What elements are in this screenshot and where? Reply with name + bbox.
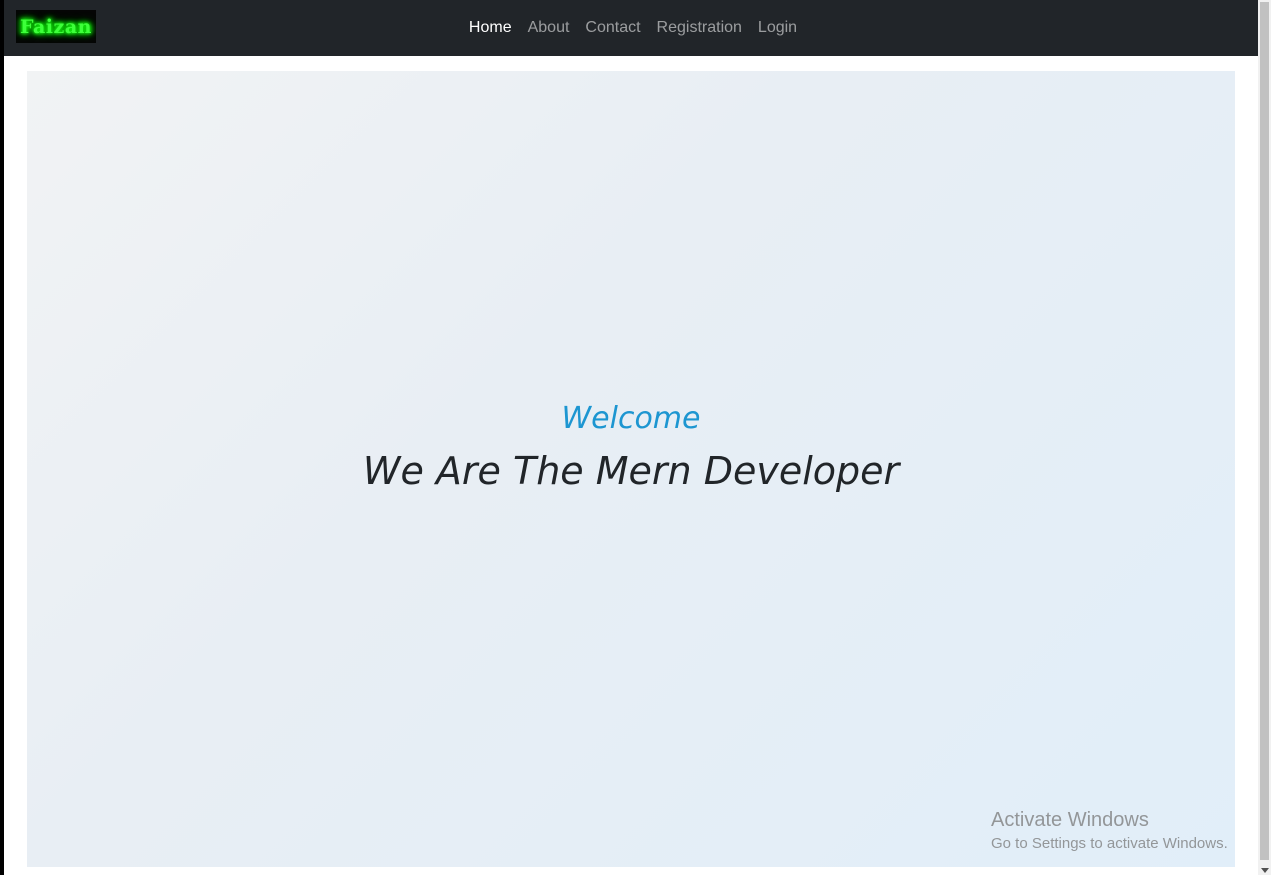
nav-links: Home About Contact Registration Login bbox=[4, 0, 1258, 56]
vertical-scrollbar[interactable] bbox=[1258, 0, 1271, 875]
activate-windows-watermark: Activate Windows Go to Settings to activ… bbox=[991, 808, 1228, 854]
nav-link-about[interactable]: About bbox=[520, 11, 578, 45]
page-viewport: Faizan Home About Contact Registration L… bbox=[4, 0, 1258, 875]
hero-welcome: Welcome bbox=[561, 401, 701, 436]
navbar: Faizan Home About Contact Registration L… bbox=[4, 0, 1258, 56]
hero-content: Welcome We Are The Mern Developer bbox=[27, 398, 1235, 496]
nav-link-home[interactable]: Home bbox=[461, 11, 520, 45]
hero-tagline: We Are The Mern Developer bbox=[362, 449, 900, 493]
scroll-down-arrow-icon[interactable] bbox=[1261, 868, 1269, 873]
nav-link-contact[interactable]: Contact bbox=[577, 11, 648, 45]
watermark-subtitle: Go to Settings to activate Windows. bbox=[991, 835, 1228, 852]
scrollbar-thumb[interactable] bbox=[1260, 2, 1269, 860]
watermark-title: Activate Windows bbox=[991, 809, 1149, 831]
nav-link-registration[interactable]: Registration bbox=[649, 11, 750, 45]
hero-section: Welcome We Are The Mern Developer bbox=[27, 71, 1235, 867]
nav-link-login[interactable]: Login bbox=[750, 11, 805, 45]
